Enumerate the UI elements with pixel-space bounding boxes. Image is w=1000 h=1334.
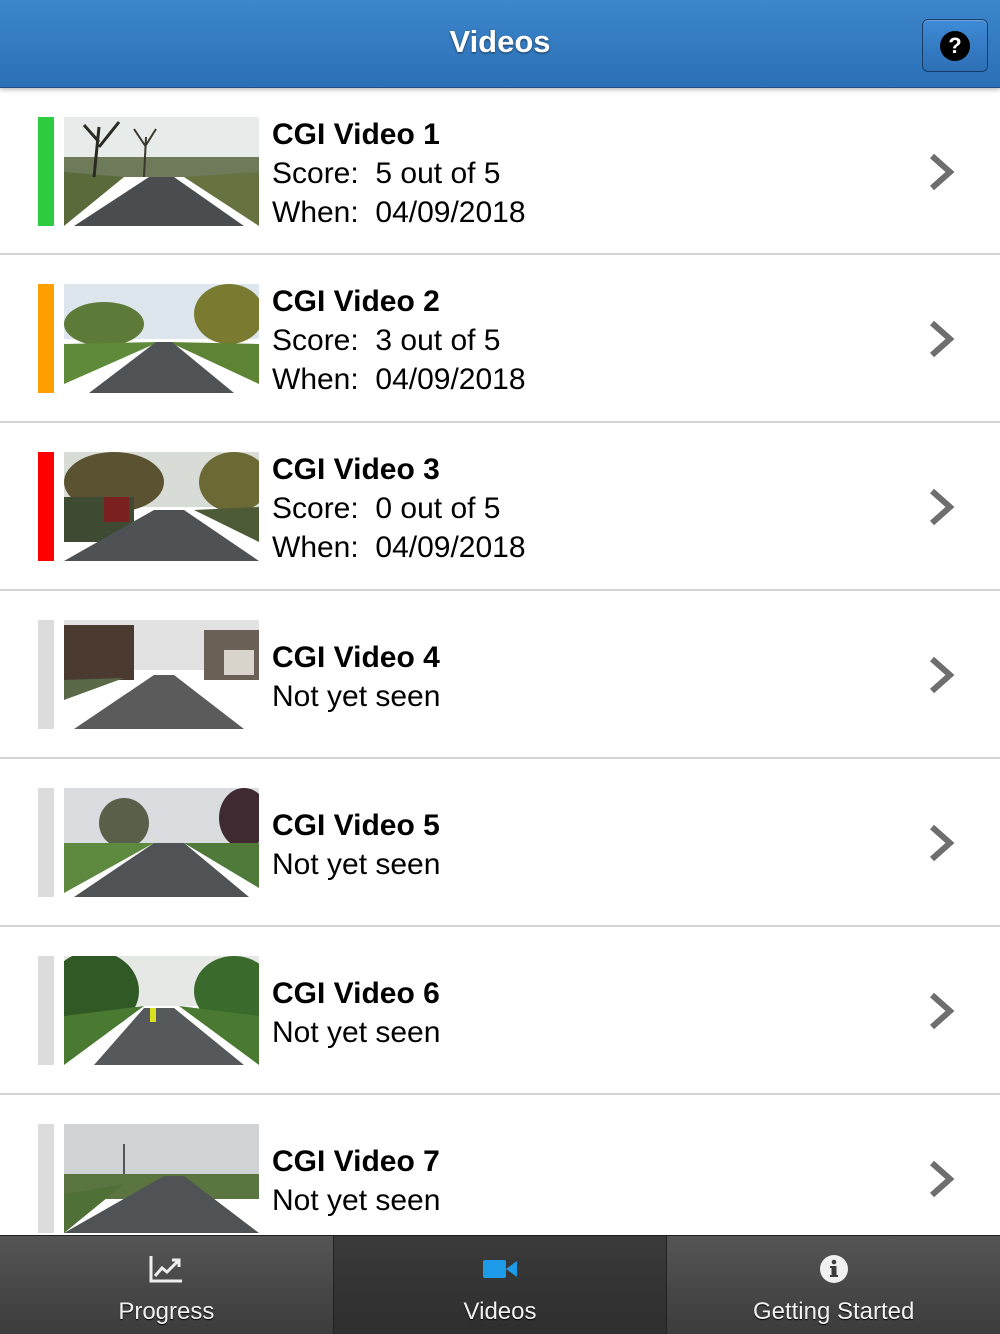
- status-indicator: [38, 620, 54, 729]
- header-bar: Videos ?: [0, 0, 1000, 88]
- video-thumbnail: [64, 620, 259, 729]
- when-value: 04/09/2018: [375, 196, 526, 229]
- score-label: Score:: [272, 324, 359, 357]
- not-seen-label: Not yet seen: [272, 1184, 441, 1217]
- video-row-2[interactable]: CGI Video 2 Score: 3 out of 5 When: 04/0…: [0, 255, 1000, 423]
- status-indicator: [38, 117, 54, 226]
- score-value: 3 out of 5: [375, 324, 501, 357]
- video-info: CGI Video 6 Not yet seen: [272, 974, 440, 1052]
- when-value: 04/09/2018: [375, 531, 526, 564]
- video-row-3[interactable]: CGI Video 3 Score: 0 out of 5 When: 04/0…: [0, 423, 1000, 591]
- status-indicator: [38, 284, 54, 393]
- video-list: CGI Video 1 Score: 5 out of 5 When: 04/0…: [0, 88, 1000, 1235]
- video-title: CGI Video 2: [272, 285, 440, 318]
- video-row-6[interactable]: CGI Video 6 Not yet seen: [0, 927, 1000, 1095]
- chevron-right-icon: [930, 153, 955, 191]
- tab-label: Videos: [463, 1298, 537, 1325]
- tab-label: Progress: [118, 1298, 215, 1325]
- help-button[interactable]: ?: [922, 19, 988, 72]
- chevron-right-icon: [930, 656, 955, 694]
- video-info: CGI Video 4 Not yet seen: [272, 638, 440, 716]
- when-label: When:: [272, 196, 359, 229]
- video-thumbnail: [64, 1124, 259, 1233]
- status-indicator: [38, 1124, 54, 1233]
- video-thumbnail: [64, 788, 259, 897]
- when-value: 04/09/2018: [375, 363, 526, 396]
- score-label: Score:: [272, 157, 359, 190]
- video-info: CGI Video 5 Not yet seen: [272, 806, 440, 884]
- chevron-right-icon: [930, 992, 955, 1030]
- not-seen-label: Not yet seen: [272, 848, 441, 881]
- video-row-7[interactable]: CGI Video 7 Not yet seen: [0, 1095, 1000, 1235]
- video-title: CGI Video 5: [272, 809, 440, 842]
- status-indicator: [38, 452, 54, 561]
- status-indicator: [38, 788, 54, 897]
- status-indicator: [38, 956, 54, 1065]
- video-row-4[interactable]: CGI Video 4 Not yet seen: [0, 591, 1000, 759]
- tab-bar: Progress Videos Getting Started: [0, 1235, 1000, 1334]
- video-thumbnail: [64, 956, 259, 1065]
- video-thumbnail: [64, 284, 259, 393]
- video-row-1[interactable]: CGI Video 1 Score: 5 out of 5 When: 04/0…: [0, 88, 1000, 255]
- chevron-right-icon: [930, 824, 955, 862]
- tab-getting-started[interactable]: Getting Started: [667, 1236, 1000, 1334]
- video-info: CGI Video 7 Not yet seen: [272, 1142, 440, 1220]
- video-title: CGI Video 3: [272, 453, 440, 486]
- video-title: CGI Video 7: [272, 1145, 440, 1178]
- not-seen-label: Not yet seen: [272, 1016, 441, 1049]
- question-circle-icon: ?: [940, 30, 970, 61]
- video-thumbnail: [64, 452, 259, 561]
- not-seen-label: Not yet seen: [272, 680, 441, 713]
- score-value: 5 out of 5: [375, 157, 501, 190]
- chevron-right-icon: [930, 488, 955, 526]
- when-label: When:: [272, 531, 359, 564]
- video-camera-icon: [483, 1260, 517, 1278]
- when-label: When:: [272, 363, 359, 396]
- video-row-5[interactable]: CGI Video 5 Not yet seen: [0, 759, 1000, 927]
- chevron-right-icon: [930, 1160, 955, 1198]
- video-info: CGI Video 3 Score: 0 out of 5 When: 04/0…: [272, 450, 526, 567]
- score-value: 0 out of 5: [375, 492, 501, 525]
- info-circle-icon: [819, 1255, 848, 1283]
- tab-progress[interactable]: Progress: [0, 1236, 334, 1334]
- score-label: Score:: [272, 492, 359, 525]
- video-title: CGI Video 1: [272, 118, 440, 151]
- tab-label: Getting Started: [752, 1298, 915, 1325]
- page-title: Videos: [449, 24, 551, 59]
- video-title: CGI Video 4: [272, 641, 440, 674]
- video-thumbnail: [64, 117, 259, 226]
- tab-videos[interactable]: Videos: [333, 1236, 668, 1334]
- video-info: CGI Video 1 Score: 5 out of 5 When: 04/0…: [272, 115, 526, 232]
- video-info: CGI Video 2 Score: 3 out of 5 When: 04/0…: [272, 282, 526, 399]
- chevron-right-icon: [930, 320, 955, 358]
- video-title: CGI Video 6: [272, 977, 440, 1010]
- line-chart-icon: [149, 1256, 183, 1283]
